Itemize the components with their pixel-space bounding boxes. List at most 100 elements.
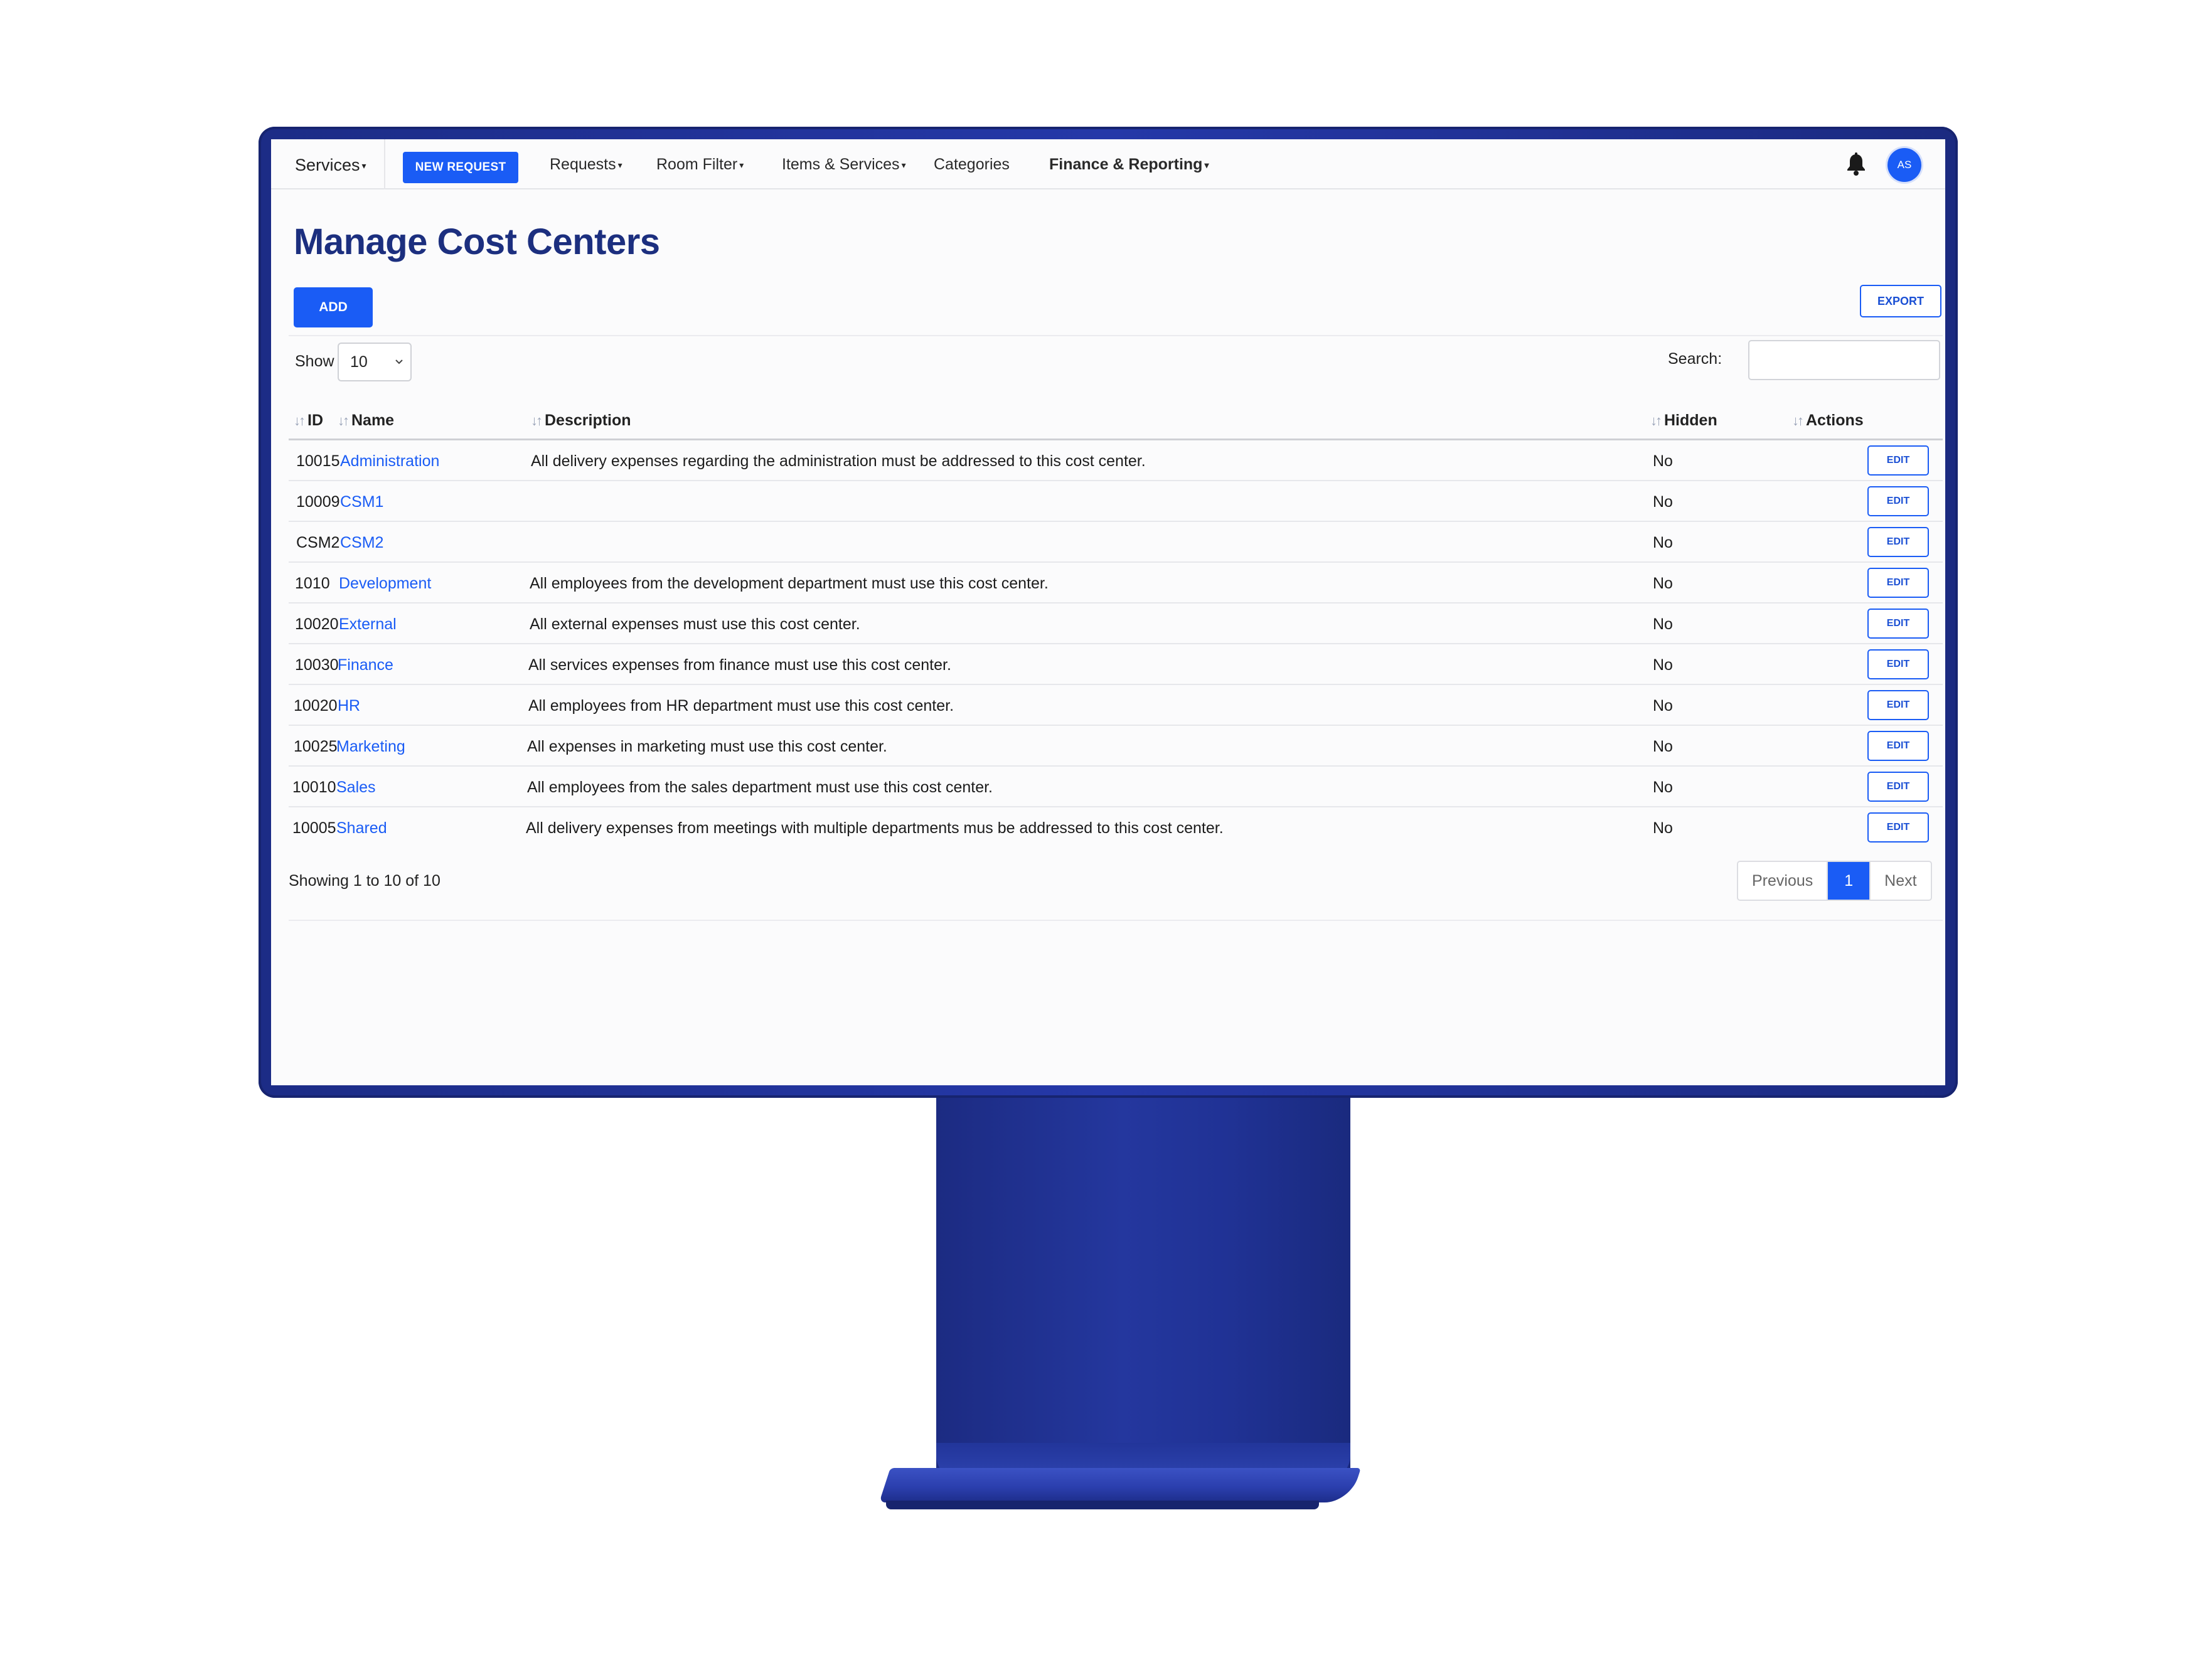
- monitor-stand-base-edge: [886, 1501, 1319, 1509]
- new-request-button[interactable]: NEW REQUEST: [403, 152, 518, 183]
- monitor-stand-base: [879, 1468, 1361, 1502]
- divider: [289, 335, 1943, 336]
- nav-categories[interactable]: Categories: [934, 156, 1010, 174]
- chevron-down-icon: [394, 344, 404, 395]
- show-entries-label: Show: [295, 353, 334, 370]
- nav-items-services-label: Items & Services: [782, 156, 900, 173]
- column-header-id-label: ID: [307, 412, 323, 429]
- sort-icon: ↓↑: [531, 413, 543, 428]
- cell-id: 1010: [295, 575, 330, 592]
- cell-description: All employees from the development depar…: [530, 575, 1049, 592]
- cell-description: All expenses in marketing must use this …: [527, 738, 887, 755]
- nav-room-filter-label: Room Filter: [656, 156, 738, 173]
- cell-name-link[interactable]: Development: [339, 575, 431, 593]
- cell-hidden: No: [1653, 534, 1673, 551]
- cell-name-link[interactable]: Sales: [336, 779, 376, 797]
- sort-icon: ↓↑: [1792, 413, 1804, 428]
- nav-finance-reporting[interactable]: Finance & Reporting ▾: [1049, 156, 1209, 174]
- edit-button[interactable]: EDIT: [1867, 609, 1929, 639]
- bell-icon[interactable]: [1845, 152, 1867, 177]
- cell-id: 10005: [292, 819, 336, 837]
- cell-hidden: No: [1653, 697, 1673, 715]
- chevron-down-icon: ▾: [1204, 159, 1209, 170]
- column-header-actions[interactable]: ↓↑ Actions: [1792, 412, 1864, 430]
- export-button[interactable]: EXPORT: [1860, 285, 1941, 317]
- cost-centers-table: ↓↑ ID ↓↑ Name ↓↑ Description ↓↑ Hidden ↓↑ Act…: [289, 405, 1943, 848]
- edit-button[interactable]: EDIT: [1867, 649, 1929, 679]
- table-row: 10005 Shared All delivery expenses from …: [289, 807, 1943, 848]
- services-menu-label: Services: [295, 156, 360, 174]
- nav-divider: [384, 139, 385, 189]
- pagination-next[interactable]: Next: [1871, 862, 1930, 900]
- column-header-hidden[interactable]: ↓↑ Hidden: [1650, 412, 1717, 430]
- cell-name-link[interactable]: HR: [338, 697, 360, 715]
- nav-room-filter[interactable]: Room Filter ▾: [656, 156, 744, 174]
- cell-name-link[interactable]: Administration: [340, 452, 439, 471]
- cell-name-link[interactable]: Finance: [338, 656, 393, 674]
- pagination: Previous 1 Next: [1737, 861, 1932, 901]
- table-row: 10030 Finance All services expenses from…: [289, 644, 1943, 685]
- column-header-description-label: Description: [545, 412, 631, 429]
- divider: [289, 920, 1943, 921]
- cell-hidden: No: [1653, 575, 1673, 592]
- cell-id: 10010: [292, 779, 336, 796]
- nav-requests[interactable]: Requests ▾: [550, 156, 622, 174]
- cell-hidden: No: [1653, 493, 1673, 511]
- column-header-id[interactable]: ↓↑ ID: [294, 412, 323, 430]
- edit-button[interactable]: EDIT: [1867, 568, 1929, 598]
- cell-id: 10025: [294, 738, 338, 755]
- cell-description: All services expenses from finance must …: [528, 656, 951, 674]
- page-length-value: 10: [350, 353, 368, 371]
- cell-description: All delivery expenses from meetings with…: [526, 819, 1224, 837]
- search-input[interactable]: [1748, 340, 1940, 380]
- edit-button[interactable]: EDIT: [1867, 527, 1929, 557]
- cell-id: 10020: [294, 697, 338, 715]
- column-header-name[interactable]: ↓↑ Name: [338, 412, 394, 430]
- pagination-page-current[interactable]: 1: [1828, 862, 1871, 900]
- cell-name-link[interactable]: Marketing: [336, 738, 405, 756]
- cell-id: 10009: [296, 493, 340, 511]
- table-row: 10015 Administration All delivery expens…: [289, 440, 1943, 481]
- chevron-down-icon: ▾: [361, 161, 366, 171]
- cell-name-link[interactable]: CSM2: [340, 534, 383, 552]
- table-row: 10010 Sales All employees from the sales…: [289, 767, 1943, 807]
- cell-name-link[interactable]: External: [339, 615, 397, 634]
- add-button[interactable]: ADD: [294, 287, 373, 327]
- column-header-name-label: Name: [351, 412, 395, 429]
- edit-button[interactable]: EDIT: [1867, 772, 1929, 802]
- cell-description: All delivery expenses regarding the admi…: [531, 452, 1146, 470]
- table-header: ↓↑ ID ↓↑ Name ↓↑ Description ↓↑ Hidden ↓↑ Act…: [289, 405, 1943, 440]
- edit-button[interactable]: EDIT: [1867, 731, 1929, 761]
- nav-requests-label: Requests: [550, 156, 616, 173]
- cell-id: CSM2: [296, 534, 340, 551]
- page-length-select[interactable]: 10: [338, 343, 412, 381]
- table-row: 10020 External All external expenses mus…: [289, 603, 1943, 644]
- cell-description: All external expenses must use this cost…: [530, 615, 860, 633]
- monitor-stand-neck: [936, 1097, 1350, 1473]
- cell-name-link[interactable]: Shared: [336, 819, 387, 837]
- table-row: 10025 Marketing All expenses in marketin…: [289, 726, 1943, 767]
- cell-hidden: No: [1653, 452, 1673, 470]
- chevron-down-icon: ▾: [901, 159, 906, 170]
- column-header-hidden-label: Hidden: [1664, 412, 1717, 429]
- edit-button[interactable]: EDIT: [1867, 812, 1929, 843]
- user-avatar[interactable]: AS: [1887, 148, 1921, 182]
- sort-icon: ↓↑: [294, 413, 306, 428]
- edit-button[interactable]: EDIT: [1867, 445, 1929, 476]
- column-header-description[interactable]: ↓↑ Description: [531, 412, 631, 430]
- table-row: 1010 Development All employees from the …: [289, 563, 1943, 603]
- edit-button[interactable]: EDIT: [1867, 486, 1929, 516]
- sort-icon: ↓↑: [338, 413, 350, 428]
- cell-name-link[interactable]: CSM1: [340, 493, 383, 511]
- nav-finance-reporting-label: Finance & Reporting: [1049, 156, 1203, 173]
- services-menu[interactable]: Services ▾: [295, 156, 382, 175]
- nav-categories-label: Categories: [934, 156, 1010, 173]
- nav-items-services[interactable]: Items & Services ▾: [782, 156, 906, 174]
- cell-id: 10015: [296, 452, 340, 470]
- table-row: CSM2 CSM2 No EDIT: [289, 522, 1943, 563]
- chevron-down-icon: ▾: [617, 159, 622, 170]
- edit-button[interactable]: EDIT: [1867, 690, 1929, 720]
- table-row: 10009 CSM1 No EDIT: [289, 481, 1943, 522]
- pagination-previous[interactable]: Previous: [1738, 862, 1829, 900]
- column-header-actions-label: Actions: [1806, 412, 1864, 429]
